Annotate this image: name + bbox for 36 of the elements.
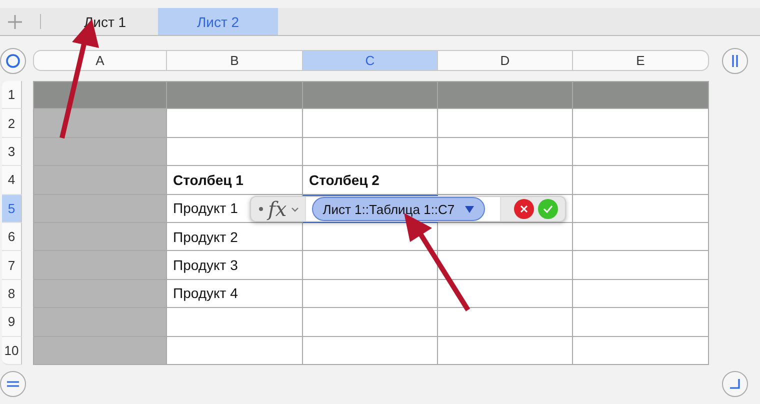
row-header[interactable]: 2 [2, 109, 22, 138]
row-header[interactable]: 7 [2, 251, 22, 280]
chevron-icon [290, 206, 299, 212]
table-cell: Продукт 3 [167, 251, 303, 280]
table-cell: Столбец 2 [303, 166, 438, 195]
pause-icon [730, 54, 738, 68]
column-header[interactable]: E [573, 50, 709, 71]
dropdown-triangle-icon [464, 206, 474, 212]
table-cell: Продукт 2 [167, 222, 303, 252]
column-header[interactable]: B [167, 50, 303, 71]
column-header[interactable]: D [438, 50, 573, 71]
corner-icon [730, 378, 740, 389]
resize-handle[interactable] [722, 370, 748, 397]
table-cell: Столбец 1 [167, 166, 303, 195]
select-all-handle[interactable] [0, 48, 26, 74]
add-row-handle[interactable] [0, 370, 26, 397]
row-header[interactable]: 1 [2, 81, 22, 110]
confirm-button[interactable] [538, 199, 558, 219]
function-button[interactable]: fx [268, 197, 299, 221]
lines-icon [7, 378, 19, 389]
row-header[interactable]: 10 [2, 336, 22, 365]
checkmark-icon [542, 205, 553, 213]
row-header[interactable]: 6 [2, 222, 22, 252]
add-column-handle[interactable] [722, 48, 748, 74]
cell-reference-token[interactable]: Лист 1::Таблица 1::C7 [312, 197, 485, 221]
table-cell: Продукт 4 [167, 280, 303, 308]
row-header[interactable]: 9 [2, 308, 22, 337]
cancel-button[interactable] [514, 199, 534, 219]
plus-icon [8, 14, 22, 28]
row-header[interactable]: 8 [2, 280, 22, 308]
circle-icon [6, 54, 20, 68]
dot-icon [259, 207, 263, 211]
column-header[interactable]: A [33, 50, 167, 71]
row-header[interactable]: 4 [2, 166, 22, 195]
close-icon [520, 205, 528, 213]
row-header[interactable]: 3 [2, 138, 22, 166]
